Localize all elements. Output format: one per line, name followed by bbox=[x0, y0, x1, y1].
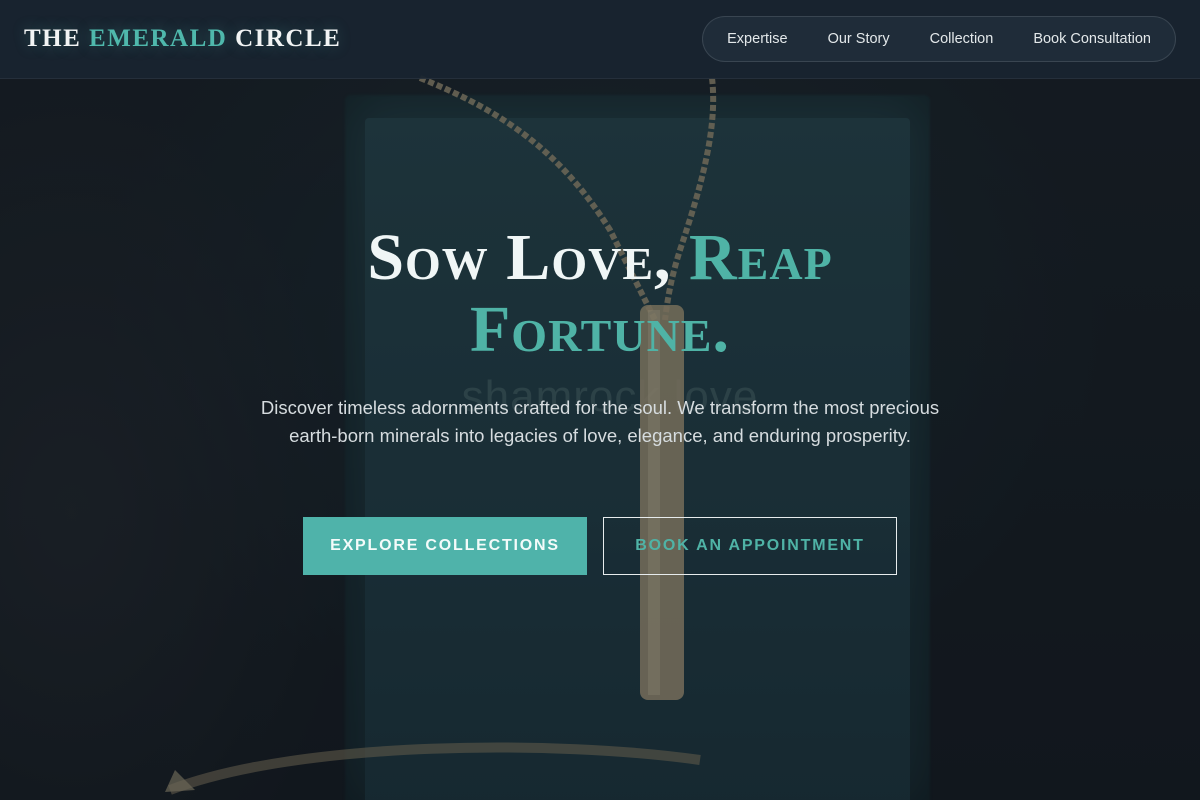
main-nav: Expertise Our Story Collection Book Cons… bbox=[702, 16, 1176, 62]
site-logo[interactable]: THE EMERALD CIRCLE bbox=[24, 25, 341, 53]
logo-text-emerald: EMERALD bbox=[89, 25, 228, 52]
nav-link-book-consultation[interactable]: Book Consultation bbox=[1033, 31, 1151, 47]
explore-collections-button[interactable]: EXPLORE COLLECTIONS bbox=[303, 517, 587, 575]
book-appointment-button[interactable]: BOOK AN APPOINTMENT bbox=[603, 517, 897, 575]
site-header: THE EMERALD CIRCLE Expertise Our Story C… bbox=[0, 0, 1200, 79]
hero-section: Sow Love, Reap Fortune. Discover timeles… bbox=[0, 0, 1200, 800]
logo-text-the: THE bbox=[24, 25, 90, 52]
hero-subtext: Discover timeless adornments crafted for… bbox=[260, 397, 940, 446]
headline-teal-text-2: Fortune. bbox=[469, 293, 730, 366]
nav-link-collection[interactable]: Collection bbox=[930, 31, 994, 47]
headline-teal-text-1: Reap bbox=[689, 221, 833, 294]
nav-link-expertise[interactable]: Expertise bbox=[727, 31, 787, 47]
logo-text-circle: CIRCLE bbox=[227, 25, 342, 52]
headline-white-text: Sow Love, bbox=[367, 221, 690, 294]
nav-link-our-story[interactable]: Our Story bbox=[828, 31, 890, 47]
hero-headline: Sow Love, Reap Fortune. bbox=[200, 222, 1000, 366]
